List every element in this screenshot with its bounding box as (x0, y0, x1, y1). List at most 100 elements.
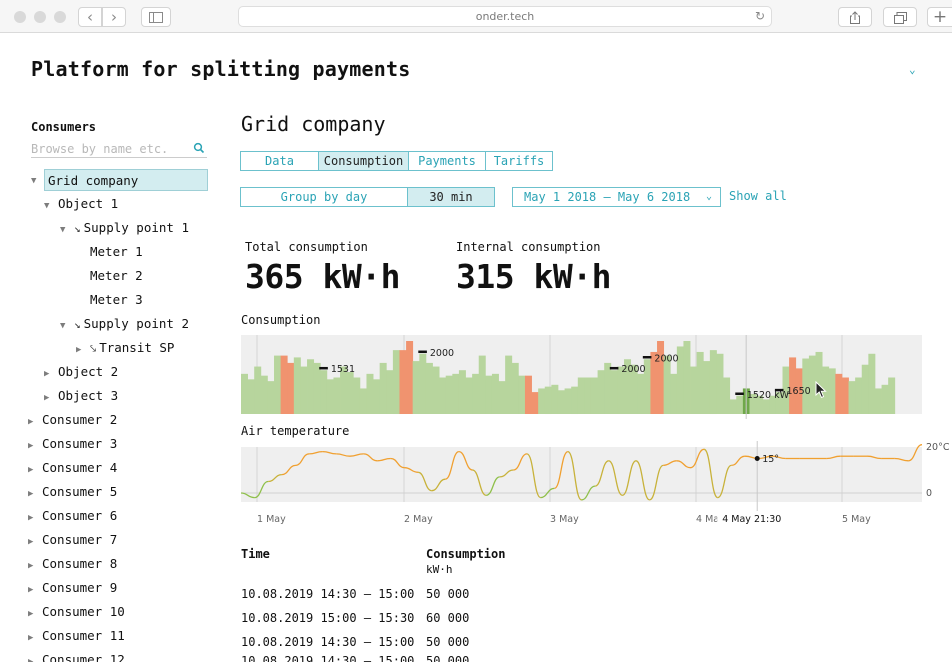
consumption-bar (379, 362, 387, 414)
show-all-link[interactable]: Show all (729, 189, 787, 203)
address-bar[interactable]: onder.tech ↻ (238, 6, 772, 27)
tree-item[interactable]: ▶ Consumer 11 (28, 625, 125, 647)
consumption-column-header: Consumption (426, 547, 506, 561)
temperature-chart[interactable]: 15°20°C01 May 2 May 3 May 4 May 5 May4 May 2… (241, 441, 952, 531)
tree-item[interactable]: ▼ Grid company (31, 169, 208, 191)
caret-down-icon[interactable]: ▼ (60, 315, 74, 337)
table-cell-value: 50 000 (426, 654, 470, 662)
consumption-bar (267, 381, 275, 414)
back-arrow-icon[interactable]: ‹ (78, 7, 102, 27)
caret-down-icon[interactable]: ▼ (31, 170, 45, 192)
search-input[interactable] (31, 140, 207, 158)
tree-item[interactable]: ▶ Consumer 8 (28, 553, 117, 575)
consumption-bar (287, 362, 295, 414)
caret-right-icon[interactable]: ▶ (76, 339, 90, 361)
caret-right-icon[interactable]: ▶ (28, 483, 42, 505)
tab-data[interactable]: Data (240, 151, 319, 171)
group-by-day-button[interactable]: Group by day (240, 187, 408, 207)
consumption-bar (458, 370, 466, 414)
consumption-bar (663, 355, 671, 414)
new-tab-plus-icon[interactable]: + (927, 7, 952, 27)
tree-item[interactable]: ▶ Consumer 6 (28, 505, 117, 527)
tree-item-label: Consumer 10 (42, 604, 125, 619)
search-icon[interactable] (193, 142, 205, 154)
tree-item-label: Object 1 (58, 196, 119, 211)
tree-item[interactable]: ▶ Consumer 4 (28, 457, 117, 479)
caret-down-icon[interactable]: ▼ (44, 195, 58, 217)
tab-consumption[interactable]: Consumption (318, 151, 409, 171)
tree-item[interactable]: ▶ Object 3 (44, 385, 118, 407)
tree-item[interactable]: ▶ Consumer 10 (28, 601, 125, 623)
consumption-bar (848, 381, 856, 414)
consumption-bar (280, 355, 288, 414)
tree-item-label: Consumer 11 (42, 628, 125, 643)
consumption-bar (584, 377, 592, 414)
tree-item[interactable]: Meter 1 (76, 241, 143, 263)
tree-item[interactable]: ▶ Consumer 2 (28, 409, 117, 431)
x-tick-label: 5 May (842, 514, 871, 525)
app-title: Platform for splitting payments (31, 57, 411, 81)
tree-item[interactable]: ▶ Consumer 7 (28, 529, 117, 551)
tree-item[interactable]: ▶ ⤥ Transit SP (76, 337, 174, 359)
caret-right-icon[interactable]: ▶ (44, 387, 58, 409)
tree-item[interactable]: Meter 2 (76, 265, 143, 287)
consumption-bar (333, 377, 341, 414)
tree-item[interactable]: ▶ Consumer 5 (28, 481, 117, 503)
caret-right-icon[interactable]: ▶ (28, 459, 42, 481)
close-window-icon[interactable] (14, 11, 26, 23)
caret-down-icon[interactable]: ▼ (60, 219, 74, 241)
tab-tariffs[interactable]: Tariffs (485, 151, 553, 171)
tree-item[interactable]: ▶ Object 2 (44, 361, 118, 383)
tree-item[interactable]: ▶ Consumer 12 (28, 649, 125, 662)
sidebar-toggle-icon[interactable] (141, 7, 171, 27)
consumption-bar (709, 350, 717, 415)
tree-item-label: Consumer 9 (42, 580, 118, 595)
forward-arrow-icon[interactable]: › (102, 7, 126, 27)
caret-right-icon[interactable]: ▶ (28, 651, 42, 662)
tree-item[interactable]: ▼ ↘ Supply point 2 (60, 313, 189, 335)
reload-icon[interactable]: ↻ (755, 7, 765, 26)
tree-item-label: Consumer 8 (42, 556, 118, 571)
total-consumption-value: 365 kW·h (245, 257, 400, 296)
tree-item[interactable]: ▶ Consumer 3 (28, 433, 117, 455)
tree-item-label: Grid company (48, 173, 139, 188)
zoom-window-icon[interactable] (54, 11, 66, 23)
consumption-bar (260, 375, 268, 414)
table-cell-value: 50 000 (426, 587, 470, 601)
share-icon[interactable] (838, 7, 872, 27)
thirty-min-button[interactable]: 30 min (407, 187, 495, 207)
tabs-overview-icon[interactable] (883, 7, 917, 27)
consumption-bar (307, 359, 315, 414)
caret-right-icon[interactable]: ▶ (28, 579, 42, 601)
consumption-bar (419, 353, 427, 414)
consumption-chart[interactable]: 1531 2000 2000 2000 1520 kW1650 (241, 329, 922, 419)
consumption-bar (399, 350, 407, 415)
caret-right-icon[interactable]: ▶ (28, 435, 42, 457)
tree-item[interactable]: ▶ Consumer 9 (28, 577, 117, 599)
tree-item-label: Meter 2 (90, 268, 143, 283)
caret-right-icon[interactable]: ▶ (28, 627, 42, 649)
date-range-select[interactable]: May 1 2018 — May 6 2018 ⌄ (512, 187, 721, 207)
consumption-bar (254, 366, 262, 414)
tree-item-label: Transit SP (99, 340, 175, 355)
caret-right-icon[interactable]: ▶ (28, 411, 42, 433)
consumption-bar (518, 375, 526, 414)
tree-item[interactable]: ▼ ↘ Supply point 1 (60, 217, 189, 239)
consumption-bar (439, 377, 447, 414)
caret-right-icon[interactable]: ▶ (28, 531, 42, 553)
caret-right-icon[interactable]: ▶ (28, 555, 42, 577)
caret-right-icon[interactable]: ▶ (44, 363, 58, 385)
minimize-window-icon[interactable] (34, 11, 46, 23)
chevron-down-icon[interactable]: ⌄ (909, 63, 916, 76)
tree-item[interactable]: Meter 3 (76, 289, 143, 311)
consumption-bar (406, 341, 414, 414)
consumption-bar (241, 373, 248, 414)
transit-icon: ⤥ (90, 342, 97, 355)
consumption-bar (716, 353, 724, 414)
caret-right-icon[interactable]: ▶ (28, 507, 42, 529)
consumption-bar (828, 368, 836, 415)
caret-right-icon[interactable]: ▶ (28, 603, 42, 625)
tree-item[interactable]: ▼ Object 1 (44, 193, 118, 215)
tab-payments[interactable]: Payments (408, 151, 486, 171)
hover-temperature-label: 15° (762, 454, 779, 465)
